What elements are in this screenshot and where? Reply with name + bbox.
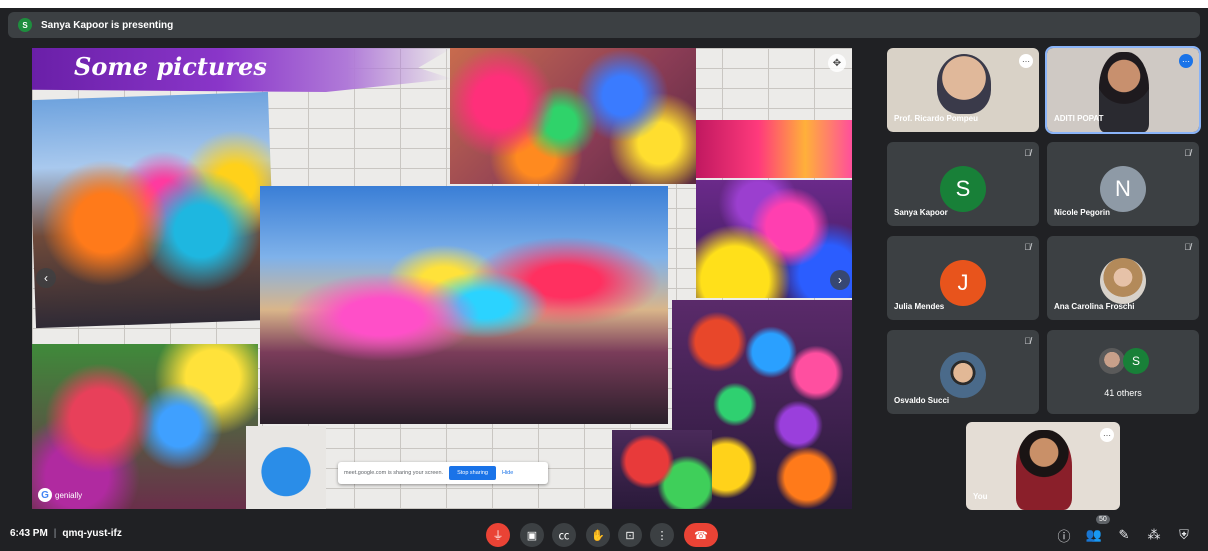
mic-off-icon: 🎙̸ [1024, 148, 1031, 158]
presenter-bar: S Sanya Kapoor is presenting [8, 12, 1200, 38]
participant-name: Ana Carolina Froschi [1054, 302, 1135, 311]
mic-off-icon[interactable]: ⏚ [486, 523, 510, 547]
captions-icon[interactable]: ㏄ [552, 523, 576, 547]
participant-tile-ana[interactable]: 🎙̸ Ana Carolina Froschi [1047, 236, 1199, 320]
meeting-details: 6:43 PM | qmq-yust-ifz [10, 528, 122, 539]
mic-off-icon: 🎙̸ [1024, 242, 1031, 252]
mic-off-icon: 🎙̸ [1024, 336, 1031, 346]
participant-video [1016, 430, 1072, 510]
raise-hand-icon[interactable]: ✋ [586, 523, 610, 547]
chat-icon[interactable]: ✎ [1114, 525, 1134, 545]
photo-central-crowd [260, 186, 668, 424]
photo-powder-bowls-lower [612, 430, 712, 509]
participant-tile-osvaldo[interactable]: 🎙̸ Osvaldo Succi [887, 330, 1039, 414]
screen-share-notice: meet.google.com is sharing your screen. … [338, 462, 548, 484]
avatar [1100, 258, 1146, 304]
avatar: N [1100, 166, 1146, 212]
prev-slide-button[interactable]: ‹ [36, 268, 56, 288]
avatar: S [940, 166, 986, 212]
photo-blue-balloon [246, 426, 326, 509]
self-name: You [973, 492, 988, 501]
participant-name: Prof. Ricardo Pompeu [894, 114, 979, 123]
stop-sharing-button[interactable]: Stop sharing [449, 466, 496, 480]
participant-tile-others[interactable]: S 41 others [1047, 330, 1199, 414]
presenter-text: Sanya Kapoor is presenting [41, 19, 174, 31]
participant-video [937, 54, 991, 114]
participant-tile-aditi[interactable]: ⋯ ADITI POPAT [1045, 46, 1201, 134]
meet-window: S Sanya Kapoor is presenting Some pictur… [0, 8, 1208, 551]
participant-tile-sanya[interactable]: 🎙̸ S Sanya Kapoor [887, 142, 1039, 226]
mic-off-icon: 🎙̸ [1184, 242, 1191, 252]
participant-tile-nicole[interactable]: 🎙̸ N Nicole Pegorin [1047, 142, 1199, 226]
clock: 6:43 PM [10, 528, 48, 539]
avatar [1099, 348, 1125, 374]
people-icon[interactable]: 👥 [1084, 525, 1104, 545]
others-count: 41 others [1104, 388, 1142, 398]
meeting-code: qmq-yust-ifz [62, 528, 122, 539]
photo-powder-heaps [696, 180, 852, 298]
next-slide-button[interactable]: › [830, 270, 850, 290]
participant-name: Sanya Kapoor [894, 208, 948, 217]
present-icon[interactable]: ⊡ [618, 523, 642, 547]
self-view-tile[interactable]: ⋯ You [966, 422, 1120, 510]
slide-title: Some pictures [74, 52, 267, 81]
shared-screen: Some pictures ‹ › ✥ meet.google.com is s… [32, 48, 852, 509]
photo-crowd-festival [32, 91, 276, 329]
hide-button[interactable]: Hide [502, 470, 513, 476]
avatar: J [940, 260, 986, 306]
participant-name: Osvaldo Succi [894, 396, 950, 405]
participant-video [1099, 52, 1149, 132]
activities-icon[interactable]: ⁂ [1144, 525, 1164, 545]
bottom-toolbar: 6:43 PM | qmq-yust-ifz ⏚ ▣ ㏄ ✋ ⊡ ⋮ ☎ ⓘ 👥 5… [0, 515, 1208, 551]
participant-name: Julia Mendes [894, 302, 945, 311]
mic-off-icon: 🎙̸ [1184, 148, 1191, 158]
participant-tile-julia[interactable]: 🎙̸ J Julia Mendes [887, 236, 1039, 320]
info-icon[interactable]: ⓘ [1054, 525, 1074, 545]
avatar: S [1123, 348, 1149, 374]
participant-name: Nicole Pegorin [1054, 208, 1111, 217]
share-notice-text: meet.google.com is sharing your screen. [344, 470, 444, 476]
hang-up-icon[interactable]: ☎ [684, 523, 718, 547]
fullscreen-icon[interactable]: ✥ [828, 54, 846, 72]
participant-name: ADITI POPAT [1054, 114, 1104, 123]
photo-colored-hands [450, 48, 696, 184]
genially-logo: G genially [38, 488, 82, 502]
camera-icon[interactable]: ▣ [520, 523, 544, 547]
more-options-icon[interactable]: ⋮ [650, 523, 674, 547]
avatar [940, 352, 986, 398]
tile-options-icon[interactable]: ⋯ [1100, 428, 1114, 442]
presenter-avatar: S [18, 18, 32, 32]
participant-tile-ricardo[interactable]: ⋯ Prof. Ricardo Pompeu [887, 48, 1039, 132]
photo-kids-colors [32, 344, 258, 509]
people-count-badge: 50 [1096, 515, 1110, 524]
tile-options-icon[interactable]: ⋯ [1019, 54, 1033, 68]
photo-pink-powder [696, 120, 852, 178]
tile-options-icon[interactable]: ⋯ [1179, 54, 1193, 68]
host-controls-icon[interactable]: ⛨ [1174, 525, 1194, 545]
